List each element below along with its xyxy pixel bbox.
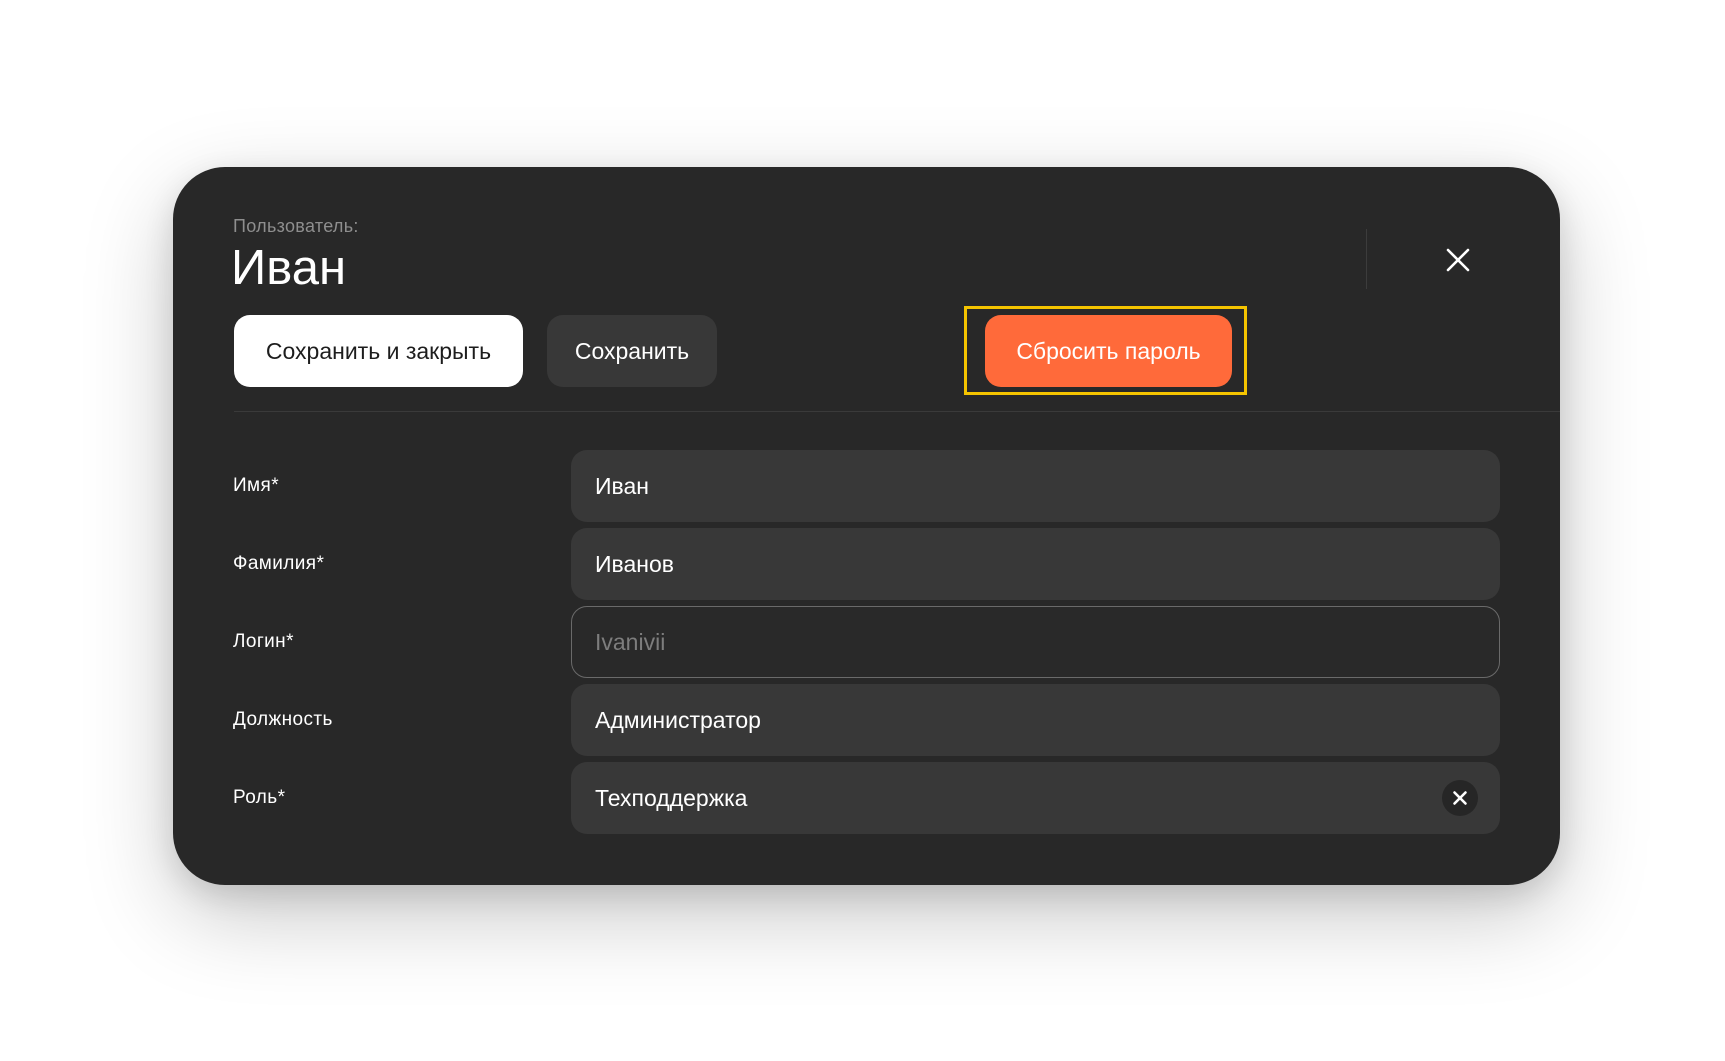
role-select[interactable]: Техподдержка bbox=[571, 762, 1500, 834]
save-button[interactable]: Сохранить bbox=[547, 315, 717, 387]
login-placeholder: Ivanivii bbox=[595, 628, 666, 655]
form-row-last-name: Фамилия* Иванов bbox=[173, 528, 1560, 600]
clear-icon bbox=[1453, 791, 1467, 805]
first-name-label: Имя* bbox=[233, 475, 280, 496]
close-button[interactable] bbox=[1439, 241, 1477, 279]
position-label: Должность bbox=[233, 709, 333, 730]
form-row-login: Логин* Ivanivii bbox=[173, 606, 1560, 678]
role-clear-button[interactable] bbox=[1442, 780, 1478, 816]
position-field[interactable]: Администратор bbox=[571, 684, 1500, 756]
first-name-field[interactable]: Иван bbox=[571, 450, 1500, 522]
role-label: Роль* bbox=[233, 787, 286, 808]
modal-title: Иван bbox=[231, 241, 347, 295]
modal-subtitle: Пользователь: bbox=[233, 216, 359, 236]
form-row-role: Роль* Техподдержка bbox=[173, 762, 1560, 834]
login-label: Логин* bbox=[233, 631, 294, 652]
login-field[interactable]: Ivanivii bbox=[571, 606, 1500, 678]
user-edit-modal: Пользователь: Иван Сохранить и закрыть С… bbox=[173, 167, 1560, 885]
close-icon bbox=[1446, 248, 1470, 272]
header-divider bbox=[234, 411, 1560, 412]
last-name-field[interactable]: Иванов bbox=[571, 528, 1500, 600]
role-value: Техподдержка bbox=[595, 784, 748, 811]
form-row-position: Должность Администратор bbox=[173, 684, 1560, 756]
save-and-close-button[interactable]: Сохранить и закрыть bbox=[234, 315, 523, 387]
reset-password-button[interactable]: Сбросить пароль bbox=[985, 315, 1232, 387]
header-vertical-divider bbox=[1366, 229, 1367, 289]
last-name-label: Фамилия* bbox=[233, 553, 325, 574]
form-row-first-name: Имя* Иван bbox=[173, 450, 1560, 522]
